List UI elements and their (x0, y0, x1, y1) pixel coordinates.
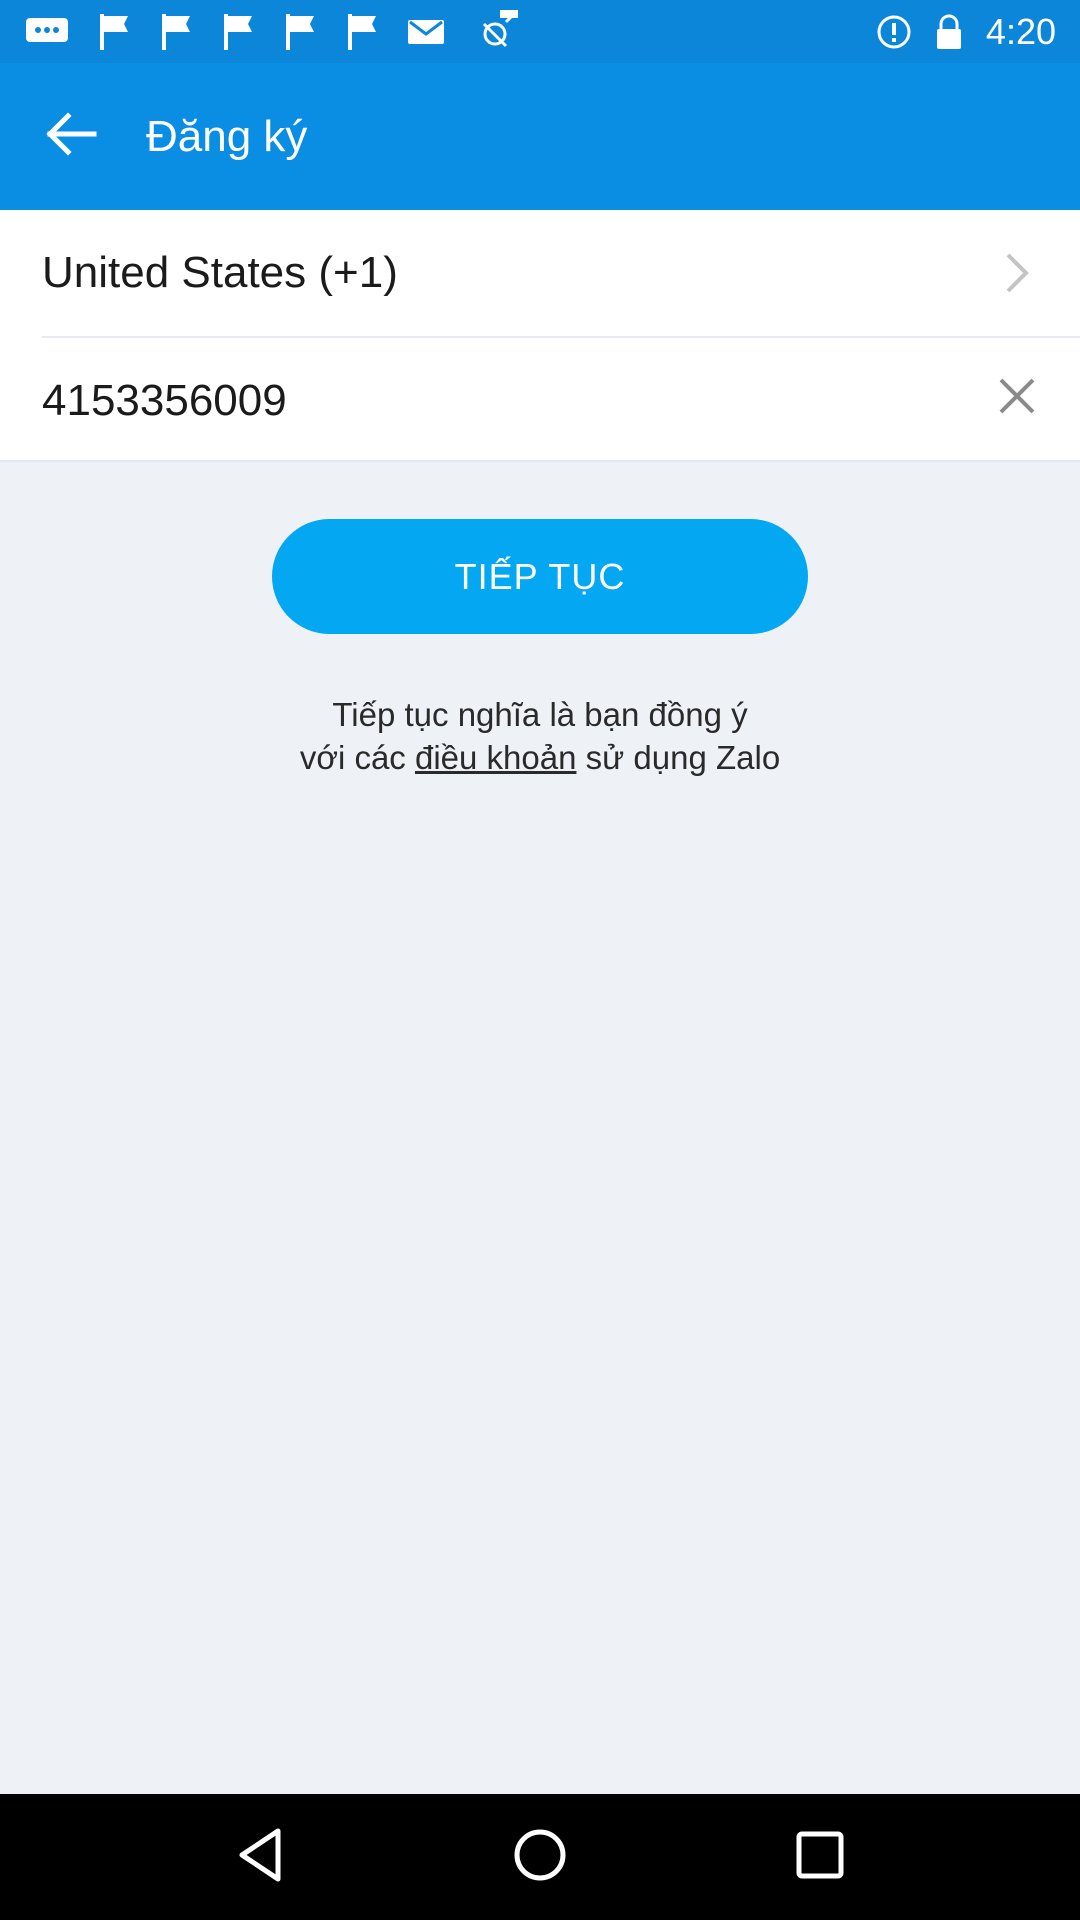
chevron-right-icon (982, 251, 1052, 295)
clear-button[interactable] (982, 376, 1052, 427)
terms-suffix: sử dụng Zalo (576, 739, 781, 776)
page-title: Đăng ký (146, 111, 308, 161)
country-label: United States (+1) (42, 248, 398, 297)
status-bar: 4:20 (0, 0, 1080, 63)
terms-prefix: với các (299, 739, 415, 776)
nav-back-button[interactable] (210, 1807, 310, 1907)
registration-form: United States (+1) 4153356009 (0, 210, 1080, 462)
country-selector[interactable]: United States (+1) (0, 210, 1080, 336)
phone-field[interactable]: 4153356009 (0, 338, 1080, 464)
phone-input[interactable]: 4153356009 (42, 376, 982, 426)
back-triangle-icon (232, 1825, 288, 1890)
flag-icon (96, 12, 132, 52)
fake-gps-icon (472, 9, 518, 54)
terms-link[interactable]: điều khoản (415, 739, 576, 776)
chat-bubble-icon (24, 14, 70, 50)
system-icons: 4:20 (876, 11, 1056, 53)
app-bar: Đăng ký (0, 63, 1080, 210)
nav-home-button[interactable] (490, 1807, 590, 1907)
nav-recents-button[interactable] (770, 1807, 870, 1907)
arrow-left-icon (42, 110, 98, 163)
status-time: 4:20 (985, 10, 1056, 52)
notification-icons (24, 9, 518, 54)
flag-icon (220, 12, 256, 52)
recents-square-icon (794, 1829, 846, 1886)
close-icon (997, 376, 1037, 427)
terms-line-2: với các điều khoản sử dụng Zalo (140, 736, 940, 779)
alert-circle-icon (876, 14, 912, 50)
terms-notice: Tiếp tục nghĩa là bạn đồng ý với các điề… (140, 693, 940, 779)
back-button[interactable] (0, 63, 140, 210)
mail-icon (406, 16, 446, 48)
continue-button[interactable]: TIẾP TỤC (272, 519, 808, 634)
home-circle-icon (512, 1827, 568, 1888)
terms-line-1: Tiếp tục nghĩa là bạn đồng ý (332, 696, 748, 733)
flag-icon (282, 12, 318, 52)
flag-icon (344, 12, 380, 52)
lock-icon (934, 13, 964, 51)
flag-icon (158, 12, 194, 52)
navigation-bar (0, 1794, 1080, 1920)
